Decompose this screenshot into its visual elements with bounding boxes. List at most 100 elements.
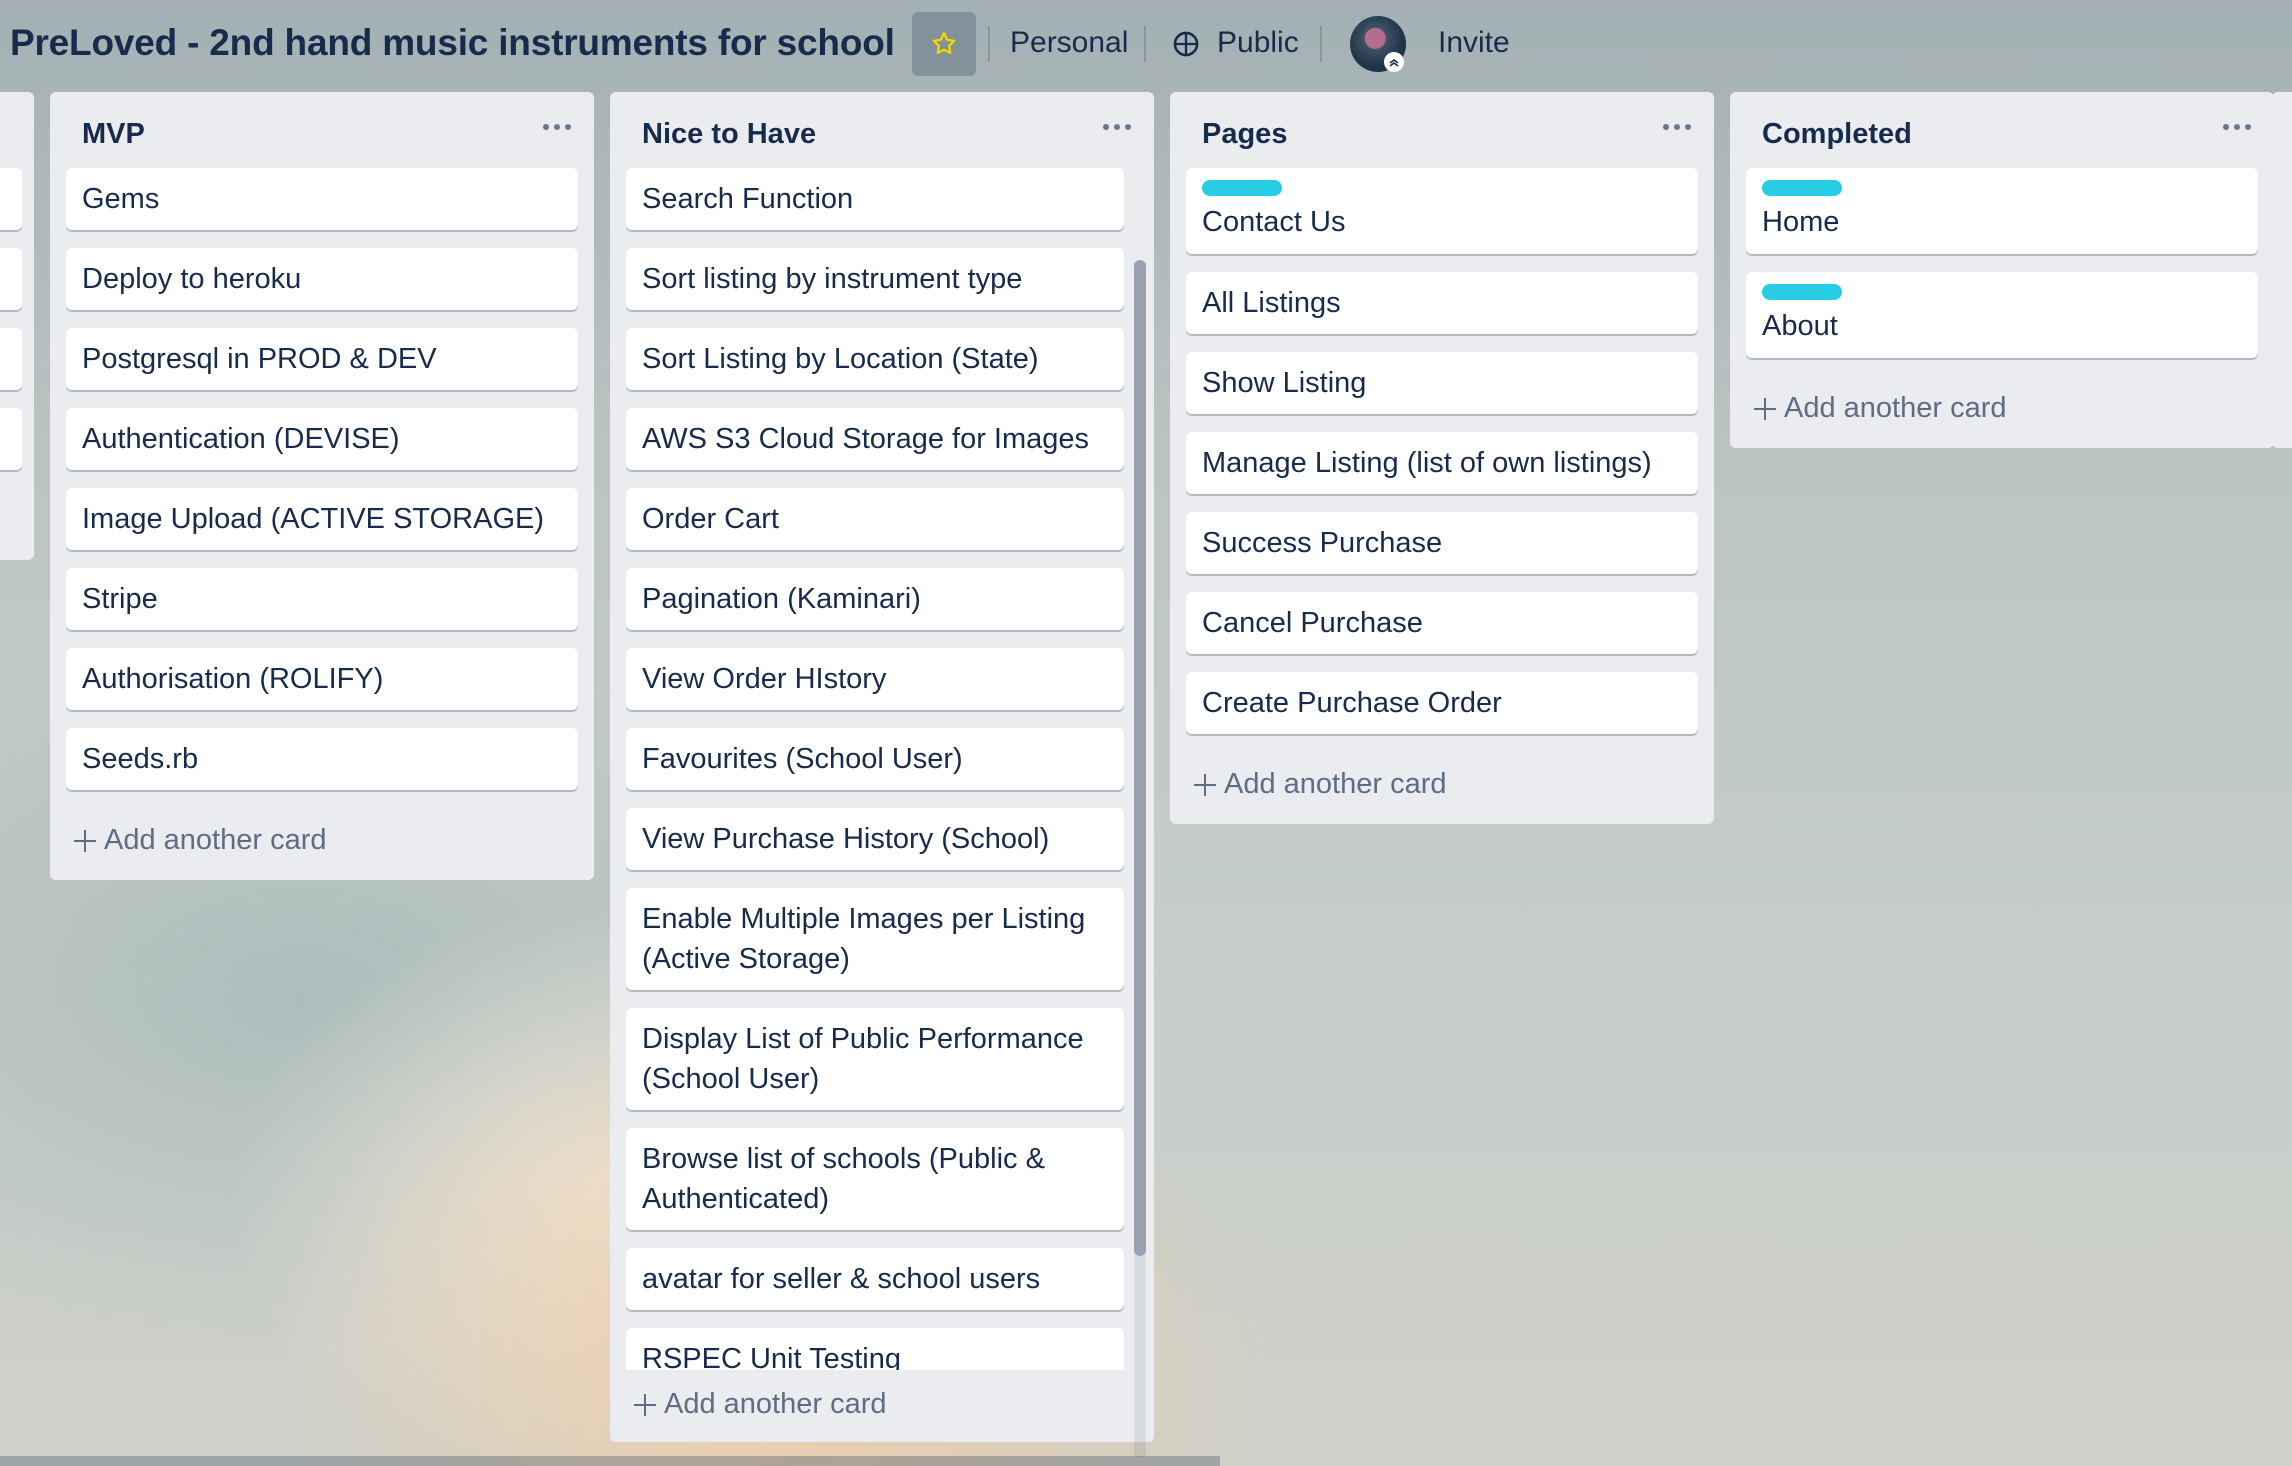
card-title: Show Listing	[1202, 367, 1367, 399]
list-pages: Pages Contact Us All Listings Show Listi…	[1170, 92, 1714, 824]
card-title: Browse list of schools (Public & Authent…	[642, 1143, 1045, 1215]
add-card-label: Add another card	[1784, 392, 2007, 424]
card-title: Sort listing by instrument type	[642, 263, 1023, 295]
list-offscreen-left	[0, 92, 34, 560]
ellipsis-icon[interactable]	[1662, 122, 1692, 132]
visibility-public-button[interactable]: Public	[1217, 26, 1299, 60]
list-title[interactable]: Nice to Have	[642, 118, 816, 151]
list-title[interactable]: Completed	[1762, 118, 1912, 151]
star-icon	[932, 32, 956, 55]
team-visibility-button[interactable]: Personal	[1010, 26, 1128, 60]
card-title: Cancel Purchase	[1202, 607, 1423, 639]
card[interactable]: Gems	[66, 168, 578, 230]
card-title: View Order HIstory	[642, 663, 887, 695]
add-card-button[interactable]: Add another card	[1754, 392, 2006, 425]
card-label-cyan[interactable]	[1202, 180, 1282, 196]
card-label-cyan[interactable]	[1762, 180, 1842, 196]
card-title: Sort Listing by Location (State)	[642, 343, 1039, 375]
ellipsis-icon[interactable]	[1102, 122, 1132, 132]
card[interactable]: About	[1746, 272, 2258, 358]
list-offscreen-right	[2272, 92, 2292, 448]
card-title: View Purchase History (School)	[642, 823, 1050, 855]
ellipsis-icon[interactable]	[2222, 122, 2252, 132]
list-card[interactable]	[0, 248, 22, 310]
card-title: Order Cart	[642, 503, 779, 535]
card[interactable]: Create Purchase Order	[1186, 672, 1698, 734]
card[interactable]: View Order HIstory	[626, 648, 1124, 710]
card[interactable]: Order Cart	[626, 488, 1124, 550]
list-scrollbar-thumb[interactable]	[1134, 260, 1146, 1256]
plus-icon	[1194, 773, 1216, 796]
card-title: Seeds.rb	[82, 743, 199, 775]
card-title: Gems	[82, 183, 160, 215]
add-card-button[interactable]: Add another card	[1194, 768, 1446, 801]
add-card-label: Add another card	[664, 1388, 887, 1420]
card-title: Success Purchase	[1202, 527, 1443, 559]
card[interactable]: Sort listing by instrument type	[626, 248, 1124, 310]
list-card[interactable]	[0, 328, 22, 390]
card[interactable]: Image Upload (ACTIVE STORAGE)	[66, 488, 578, 550]
invite-button[interactable]: Invite	[1438, 26, 1510, 60]
board-header: PreLoved - 2nd hand music instruments fo…	[0, 0, 2292, 88]
list-title[interactable]: Pages	[1202, 118, 1287, 151]
card-title: Pagination (Kaminari)	[642, 583, 921, 615]
star-button[interactable]	[912, 12, 976, 76]
card-title: Deploy to heroku	[82, 263, 302, 295]
card[interactable]: All Listings	[1186, 272, 1698, 334]
card-title: Search Function	[642, 183, 854, 215]
card[interactable]: Cancel Purchase	[1186, 592, 1698, 654]
card-title: avatar for seller & school users	[642, 1263, 1041, 1295]
card-title: Postgresql in PROD & DEV	[82, 343, 437, 375]
card-title: Enable Multiple Images per Listing (Acti…	[642, 903, 1086, 975]
card[interactable]: avatar for seller & school users	[626, 1248, 1124, 1310]
card[interactable]: Deploy to heroku	[66, 248, 578, 310]
card-title: Manage Listing (list of own listings)	[1202, 447, 1652, 479]
list-card[interactable]	[0, 168, 22, 230]
add-card-button[interactable]: Add another card	[74, 824, 326, 857]
list-card[interactable]	[0, 408, 22, 470]
header-divider	[1320, 26, 1322, 62]
list-title[interactable]: MVP	[82, 118, 145, 151]
card[interactable]: Pagination (Kaminari)	[626, 568, 1124, 630]
card-title: Authentication (DEVISE)	[82, 423, 400, 455]
plus-icon	[634, 1393, 656, 1416]
list-completed: Completed Home About Add another card	[1730, 92, 2274, 448]
card-title: Image Upload (ACTIVE STORAGE)	[82, 503, 545, 535]
add-card-button[interactable]: Add another card	[634, 1388, 886, 1421]
card-title: About	[1762, 310, 1838, 342]
card[interactable]: Contact Us	[1186, 168, 1698, 254]
card[interactable]: Search Function	[626, 168, 1124, 230]
header-divider	[1144, 26, 1146, 62]
card[interactable]: Display List of Public Performance (Scho…	[626, 1008, 1124, 1110]
card[interactable]: Show Listing	[1186, 352, 1698, 414]
card[interactable]: View Purchase History (School)	[626, 808, 1124, 870]
card[interactable]: Browse list of schools (Public & Authent…	[626, 1128, 1124, 1230]
card[interactable]: Seeds.rb	[66, 728, 578, 790]
card[interactable]: Sort Listing by Location (State)	[626, 328, 1124, 390]
add-card-label: Add another card	[1224, 768, 1447, 800]
board-title[interactable]: PreLoved - 2nd hand music instruments fo…	[10, 22, 895, 64]
header-divider	[988, 26, 990, 62]
list-mvp: MVP Gems Deploy to heroku Postgresql in …	[50, 92, 594, 880]
card[interactable]: Stripe	[66, 568, 578, 630]
globe-icon	[1173, 31, 1199, 57]
card[interactable]: AWS S3 Cloud Storage for Images	[626, 408, 1124, 470]
card-label-cyan[interactable]	[1762, 284, 1842, 300]
card[interactable]: Enable Multiple Images per Listing (Acti…	[626, 888, 1124, 990]
card[interactable]: Favourites (School User)	[626, 728, 1124, 790]
card-title: Authorisation (ROLIFY)	[82, 663, 384, 695]
card-title: Home	[1762, 206, 1840, 238]
card[interactable]: Home	[1746, 168, 2258, 254]
card[interactable]: Manage Listing (list of own listings)	[1186, 432, 1698, 494]
admin-badge-icon	[1384, 52, 1404, 72]
card-title: Create Purchase Order	[1202, 687, 1502, 719]
card[interactable]: Authorisation (ROLIFY)	[66, 648, 578, 710]
card[interactable]: Success Purchase	[1186, 512, 1698, 574]
card[interactable]: Authentication (DEVISE)	[66, 408, 578, 470]
card-title: Stripe	[82, 583, 158, 615]
ellipsis-icon[interactable]	[542, 122, 572, 132]
board-horizontal-scrollbar[interactable]	[0, 1456, 1220, 1466]
plus-icon	[74, 829, 96, 852]
card[interactable]: Postgresql in PROD & DEV	[66, 328, 578, 390]
card-title: Favourites (School User)	[642, 743, 963, 775]
